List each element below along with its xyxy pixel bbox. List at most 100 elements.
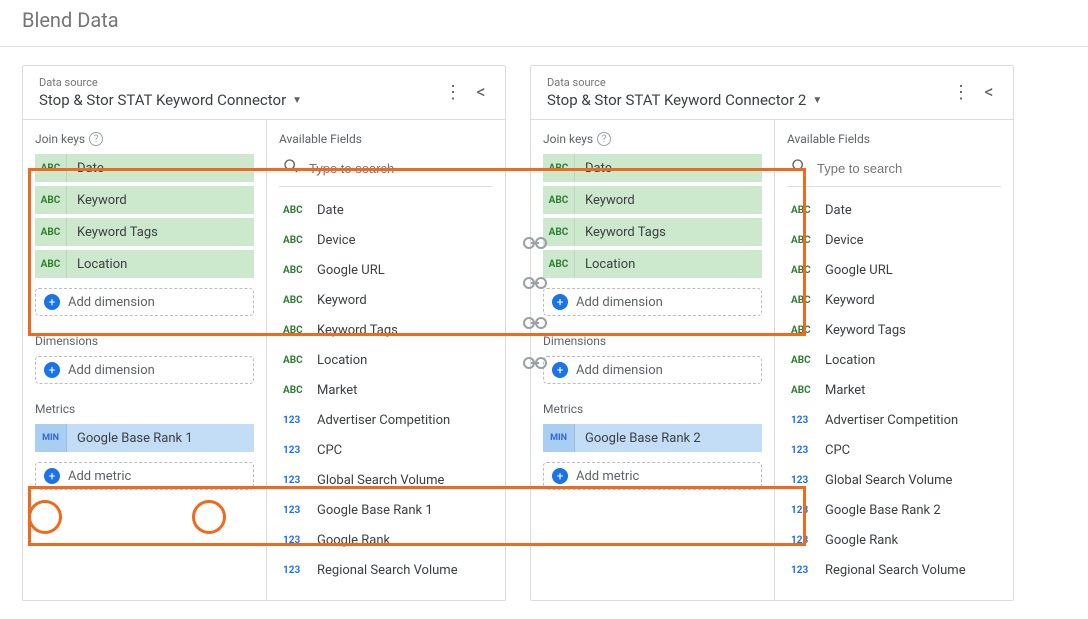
plus-icon: + (552, 294, 568, 310)
link-icon (522, 312, 548, 334)
field-item[interactable]: 123Google Rank (279, 525, 493, 555)
field-item[interactable]: ABC Location (787, 345, 1001, 375)
plus-icon: + (552, 468, 568, 484)
type-badge-abc: ABC (791, 205, 815, 216)
field-item[interactable]: 123Google Rank (787, 525, 1001, 555)
field-item[interactable]: ABC Market (787, 375, 1001, 405)
join-keys-label: Join keys ? (543, 132, 762, 146)
type-badge-min: MIN (35, 424, 67, 452)
field-name: Device (317, 233, 356, 248)
help-icon[interactable]: ? (597, 132, 611, 146)
field-item[interactable]: ABCLocation (279, 345, 493, 375)
field-item[interactable]: ABCGoogle URL (279, 255, 493, 285)
field-item[interactable]: 123 Google Base Rank 1 (279, 495, 493, 525)
add-dimension-button[interactable]: +Add dimension (35, 356, 254, 384)
metric-chip[interactable]: MINGoogle Base Rank 1 (35, 424, 254, 452)
data-source-label: Data source (39, 76, 439, 89)
type-badge-abc: ABC (791, 385, 815, 396)
field-item[interactable]: ABC Keyword (279, 285, 493, 315)
join-key-chip[interactable]: ABCDate (35, 154, 254, 182)
search-input[interactable] (817, 161, 997, 176)
field-item[interactable]: ABCMarket (279, 375, 493, 405)
join-key-chip[interactable]: ABCDate (543, 154, 762, 182)
field-item[interactable]: 123Advertiser Competition (279, 405, 493, 435)
add-dimension-button[interactable]: +Add dimension (543, 356, 762, 384)
type-badge-123: 123 (283, 445, 307, 456)
type-badge-123: 123 (791, 475, 815, 486)
field-item[interactable]: 123 Global Search Volume (787, 465, 1001, 495)
join-key-chip[interactable]: ABCKeyword (35, 186, 254, 214)
type-badge-abc: ABC (283, 295, 307, 306)
join-key-chip[interactable]: ABCKeyword (543, 186, 762, 214)
type-badge-abc: ABC (35, 218, 67, 246)
type-badge-123: 123 (791, 445, 815, 456)
field-item[interactable]: 123 Google Base Rank 2 (787, 495, 1001, 525)
join-key-chip[interactable]: ABCKeyword Tags (543, 218, 762, 246)
type-badge-123: 123 (283, 505, 307, 516)
data-source-dropdown[interactable]: Stop & Stor STAT Keyword Connector▼ (39, 91, 439, 109)
type-badge-123: 123 (283, 535, 307, 546)
field-name: Location (825, 353, 875, 368)
search-icon (283, 158, 299, 178)
field-item[interactable]: 123Advertiser Competition (787, 405, 1001, 435)
add-dimension-button[interactable]: +Add dimension (35, 288, 254, 316)
field-item[interactable]: ABCKeyword Tags (279, 315, 493, 345)
field-item[interactable]: ABCDevice (787, 225, 1001, 255)
metric-chip[interactable]: MINGoogle Base Rank 2 (543, 424, 762, 452)
type-badge-abc: ABC (35, 186, 67, 214)
field-name: Keyword (317, 293, 367, 308)
more-options-icon[interactable]: ⋮ (947, 79, 975, 107)
field-name: Keyword Tags (825, 323, 906, 338)
field-name: Global Search Volume (317, 473, 444, 488)
field-name: CPC (317, 443, 342, 458)
search-row (279, 154, 493, 187)
add-dimension-button[interactable]: +Add dimension (543, 288, 762, 316)
field-name: Date (317, 203, 344, 218)
add-metric-button[interactable]: +Add metric (35, 462, 254, 490)
type-badge-abc: ABC (791, 265, 815, 276)
field-item[interactable]: 123Regional Search Volume (787, 555, 1001, 585)
type-badge-abc: ABC (543, 186, 575, 214)
field-item[interactable]: ABCKeyword (787, 285, 1001, 315)
field-item[interactable]: ABCGoogle URL (787, 255, 1001, 285)
join-key-chip[interactable]: ABCLocation (35, 250, 254, 278)
caret-down-icon: ▼ (292, 95, 302, 106)
type-badge-123: 123 (791, 505, 815, 516)
type-badge-abc: ABC (35, 250, 67, 278)
collapse-left-icon[interactable]: < (975, 79, 1003, 107)
type-badge-abc: ABC (283, 205, 307, 216)
field-name: Google Base Rank 1 (317, 503, 433, 518)
link-icon (522, 272, 548, 294)
field-name: Google Base Rank 2 (825, 503, 941, 518)
type-badge-123: 123 (283, 415, 307, 426)
field-name: Market (825, 383, 865, 398)
field-item[interactable]: 123Global Search Volume (279, 465, 493, 495)
metrics-label: Metrics (35, 402, 254, 416)
join-key-chip[interactable]: ABCLocation (543, 250, 762, 278)
more-options-icon[interactable]: ⋮ (439, 79, 467, 107)
field-item[interactable]: ABCDate (787, 195, 1001, 225)
field-item[interactable]: 123 CPC (279, 435, 493, 465)
field-name: Global Search Volume (825, 473, 952, 488)
field-item[interactable]: ABC Date (279, 195, 493, 225)
search-input[interactable] (309, 161, 489, 176)
type-badge-abc: ABC (35, 154, 67, 182)
field-item[interactable]: 123Regional Search Volume (279, 555, 493, 585)
field-name: Regional Search Volume (825, 563, 966, 578)
field-item[interactable]: 123CPC (787, 435, 1001, 465)
field-item[interactable]: ABCDevice (279, 225, 493, 255)
add-metric-button[interactable]: +Add metric (543, 462, 762, 490)
page-title: Blend Data (0, 0, 1088, 46)
plus-icon: + (44, 294, 60, 310)
help-icon[interactable]: ? (89, 132, 103, 146)
collapse-left-icon[interactable]: < (467, 79, 495, 107)
type-badge-abc: ABC (791, 355, 815, 366)
field-name: Keyword Tags (317, 323, 398, 338)
data-source-dropdown[interactable]: Stop & Stor STAT Keyword Connector 2▼ (547, 91, 947, 109)
type-badge-min: MIN (543, 424, 575, 452)
link-icon (522, 232, 548, 254)
join-key-chip[interactable]: ABCKeyword Tags (35, 218, 254, 246)
field-name: Advertiser Competition (825, 413, 958, 428)
field-name: Location (317, 353, 367, 368)
field-item[interactable]: ABCKeyword Tags (787, 315, 1001, 345)
